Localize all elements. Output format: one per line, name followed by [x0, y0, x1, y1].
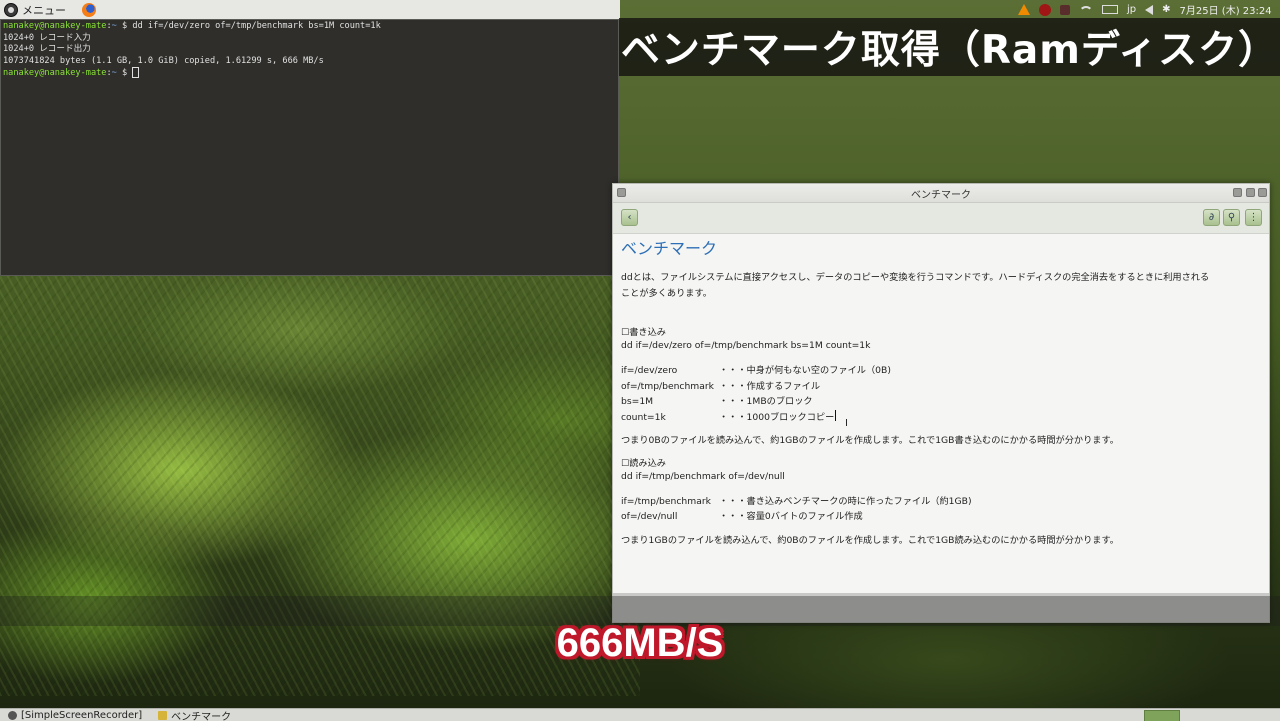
more-vertical-icon: ⋮ [1248, 211, 1259, 223]
param-row: bs=1M ・・・1MBのブロック [621, 394, 1261, 410]
settings-gear-icon[interactable]: ✱ [1162, 4, 1170, 15]
taskbar-item-recorder[interactable]: [SimpleScreenRecorder] [0, 710, 150, 721]
param-desc: ・・・作成するファイル [719, 380, 821, 392]
read-command: dd if=/tmp/benchmark of=/dev/null [621, 470, 785, 482]
note-intro-line: ddとは、ファイルシステムに直接アクセスし、データのコピーや変換を行うコマンドで… [621, 272, 1210, 283]
prompt-user: nanakey@nanakey-mate [3, 21, 107, 31]
note-window-title: ベンチマーク [911, 189, 971, 201]
param-row: count=1k ・・・1000ブロックコピー [621, 409, 1261, 426]
terminal-command-line: nanakey@nanakey-mate:~ $ dd if=/dev/zero… [3, 21, 381, 31]
input-method-indicator[interactable]: jp [1127, 4, 1136, 15]
param-row: if=/tmp/benchmark ・・・書き込みベンチマークの時に作ったファイル… [621, 494, 1261, 510]
search-icon: ⚲ [1227, 211, 1236, 223]
top-panel: メニュー [0, 0, 620, 20]
write-summary: つまり0Bのファイルを読み込んで、約1GBのファイルを作成します。これで1GB書… [621, 435, 1119, 446]
bottom-taskbar: [SimpleScreenRecorder] ベンチマーク [0, 708, 1280, 721]
param-desc: ・・・中身が何もない空のファイル（0B) [719, 365, 891, 376]
write-section-heading: ☐書き込み [621, 327, 666, 338]
battery-icon[interactable] [1102, 5, 1118, 14]
write-command: dd if=/dev/zero of=/tmp/benchmark bs=1M … [621, 340, 871, 351]
param-key: of=/dev/null [621, 511, 678, 522]
terminal-output-line: 1073741824 bytes (1.1 GB, 1.0 GiB) copie… [3, 55, 324, 66]
window-menu-icon[interactable] [617, 188, 626, 197]
param-key: of=/tmp/benchmark [621, 380, 714, 392]
prompt-suffix: $ [116, 21, 133, 31]
shield-icon[interactable] [1060, 4, 1070, 15]
more-button[interactable]: ⋮ [1245, 209, 1262, 226]
main-menu-label: メニュー [22, 3, 66, 17]
prompt-suffix: $ [116, 68, 133, 79]
param-desc: ・・・1MBのブロック [719, 396, 813, 407]
taskbar-item-label: ベンチマーク [171, 711, 232, 721]
text-caret [835, 409, 837, 421]
param-desc: ・・・書き込みベンチマークの時に作ったファイル（約1GB) [719, 495, 972, 507]
param-row: of=/dev/null ・・・容量0バイトのファイル作成 [621, 509, 1261, 525]
note-intro-line: ことが多くあります。 [621, 287, 712, 299]
recorder-icon[interactable] [1039, 3, 1051, 16]
volume-icon[interactable] [1145, 4, 1154, 15]
param-key: bs=1M [621, 396, 654, 407]
vlc-icon[interactable] [1018, 4, 1030, 15]
terminal-window[interactable]: nanakey@nanakey-mate:~ $ dd if=/dev/zero… [0, 19, 619, 276]
taskbar-item-note[interactable]: ベンチマーク [150, 709, 239, 721]
minimize-icon[interactable] [1233, 188, 1242, 197]
wifi-icon[interactable] [1079, 6, 1093, 13]
ibeam-cursor-icon: I [845, 418, 848, 429]
param-row: if=/dev/zero ・・・中身が何もない空のファイル（0B) [621, 363, 1261, 379]
terminal-prompt-line: nanakey@nanakey-mate:~ $ [3, 67, 616, 80]
param-key: if=/dev/zero [621, 365, 678, 376]
note-heading: ベンチマーク [621, 239, 718, 258]
clock[interactable]: 7月25日 (木) 23:24 [1180, 2, 1272, 17]
terminal-output-line: 1024+0 レコード出力 [3, 44, 91, 55]
param-desc: ・・・容量0バイトのファイル作成 [719, 511, 863, 522]
param-row: of=/tmp/benchmark ・・・作成するファイル [621, 379, 1261, 395]
param-desc: ・・・1000ブロックコピー [719, 411, 835, 423]
main-menu-button[interactable]: メニュー [0, 2, 72, 18]
read-section-heading: ☐読み込み [621, 457, 666, 469]
workspace-switcher[interactable] [1144, 710, 1180, 721]
firefox-launcher-icon[interactable] [82, 2, 96, 17]
recorder-task-icon [8, 710, 17, 720]
param-key: if=/tmp/benchmark [621, 495, 711, 507]
search-button[interactable]: ⚲ [1223, 209, 1240, 226]
note-toolbar: ‹ ∂ ⚲ ⋮ [613, 203, 1269, 234]
note-editor[interactable]: ベンチマーク ddとは、ファイルシステムに直接アクセスし、データのコピーや変換を… [613, 234, 1269, 552]
terminal-output-line: 1024+0 レコード入力 [3, 32, 91, 43]
link-button[interactable]: ∂ [1203, 209, 1220, 226]
mate-logo-icon [4, 2, 18, 17]
taskbar-item-label: [SimpleScreenRecorder] [21, 709, 143, 721]
maximize-icon[interactable] [1246, 188, 1255, 197]
note-task-icon [158, 710, 168, 720]
note-titlebar[interactable]: ベンチマーク [613, 184, 1269, 203]
prompt-user: nanakey@nanakey-mate [3, 68, 107, 79]
video-title-overlay: ベンチマーク取得（Ramディスク） [619, 18, 1280, 76]
read-summary: つまり1GBのファイルを読み込んで、約0Bのファイルを作成します。これで1GB読… [621, 534, 1119, 546]
back-button[interactable]: ‹ [621, 209, 638, 226]
chevron-left-icon: ‹ [627, 211, 632, 223]
param-key: count=1k [621, 411, 666, 423]
close-icon[interactable] [1258, 188, 1267, 197]
video-subtitle: 666MB/S [556, 621, 724, 665]
system-tray: jp ✱ 7月25日 (木) 23:24 [1018, 0, 1280, 19]
terminal-cursor [132, 67, 140, 79]
terminal-command: dd if=/dev/zero of=/tmp/benchmark bs=1M … [132, 21, 381, 31]
link-icon: ∂ [1208, 211, 1215, 223]
note-window[interactable]: ベンチマーク ‹ ∂ ⚲ ⋮ ベンチマーク ddとは、ファイルシステムに直接アク… [612, 183, 1270, 623]
